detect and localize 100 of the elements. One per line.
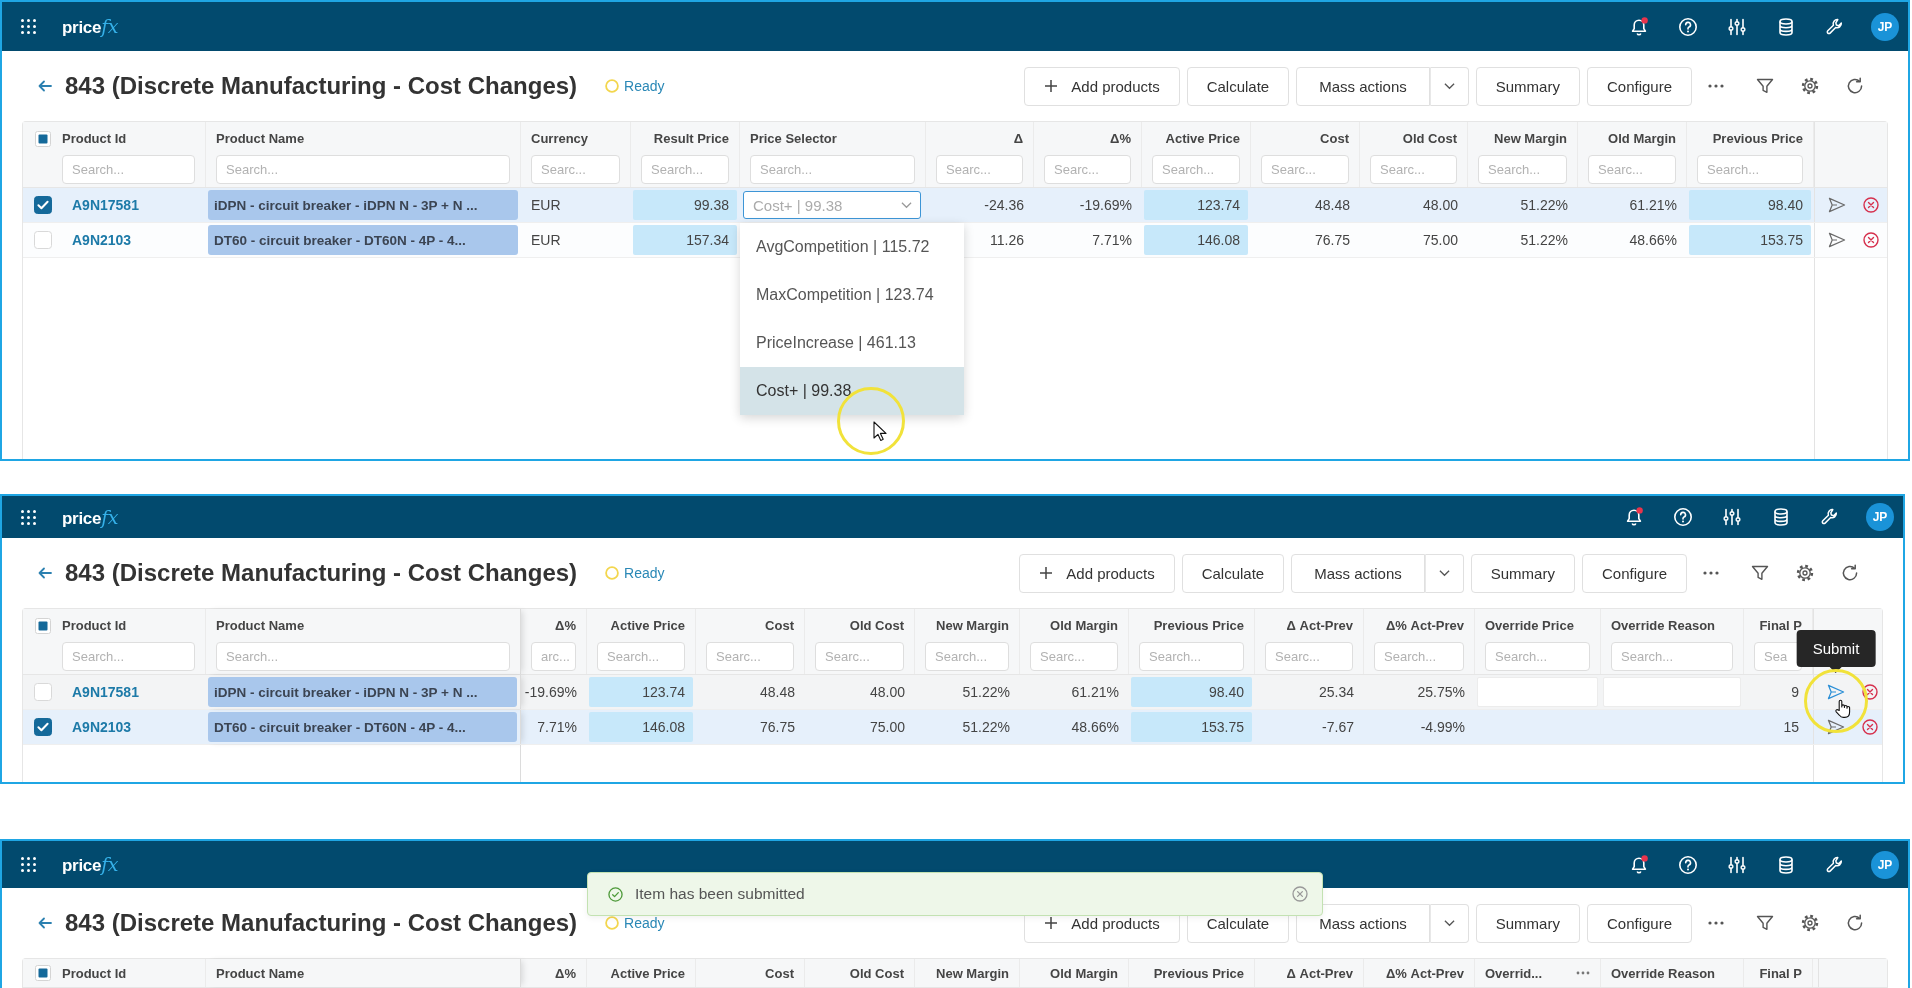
settings-icon[interactable] xyxy=(1801,77,1819,95)
column-header[interactable]: Overrid... xyxy=(1485,965,1543,981)
column-header[interactable]: Product Name xyxy=(216,131,305,146)
column-header[interactable]: Δ% xyxy=(555,965,576,981)
product-id-link[interactable]: A9N2103 xyxy=(72,719,132,735)
send-icon[interactable] xyxy=(1827,719,1845,735)
product-id-link[interactable]: A9N17581 xyxy=(72,197,139,213)
column-header[interactable]: Product Id xyxy=(62,131,127,146)
wrench-icon[interactable] xyxy=(1820,507,1840,527)
send-icon[interactable] xyxy=(1828,197,1846,213)
toolbar-button[interactable]: Summary xyxy=(1475,903,1580,943)
help-icon[interactable] xyxy=(1678,16,1698,37)
column-header[interactable]: Δ% xyxy=(1110,131,1131,146)
column-header[interactable]: New Margin xyxy=(936,965,1009,981)
more-icon[interactable] xyxy=(1708,84,1724,88)
column-header[interactable]: Δ Act-Prev xyxy=(1286,618,1353,633)
toolbar-button[interactable]: Summary xyxy=(1470,553,1575,593)
column-search-field[interactable]: Search... xyxy=(1374,642,1464,671)
settings-icon[interactable] xyxy=(1801,914,1819,932)
filter-icon[interactable] xyxy=(1751,564,1769,582)
column-search-field[interactable]: Searc... xyxy=(1370,155,1457,184)
send-icon[interactable] xyxy=(1827,684,1845,700)
toolbar-button[interactable]: Configure xyxy=(1586,66,1692,106)
column-header[interactable]: Previous Price xyxy=(1712,131,1803,146)
product-id-link[interactable]: A9N2103 xyxy=(72,232,132,248)
toolbar-button[interactable]: Configure xyxy=(1586,903,1692,943)
bell-icon[interactable] xyxy=(1629,16,1649,37)
refresh-icon[interactable] xyxy=(1846,77,1864,95)
toolbar-button[interactable]: Calculate xyxy=(1186,66,1290,106)
column-header[interactable]: Old Cost xyxy=(1402,131,1457,146)
column-header[interactable]: Old Cost xyxy=(849,965,904,981)
column-header[interactable]: Cost xyxy=(1320,131,1349,146)
toolbar-button[interactable]: Calculate xyxy=(1181,553,1285,593)
wrench-icon[interactable] xyxy=(1825,16,1845,37)
column-header[interactable]: Old Margin xyxy=(1608,131,1676,146)
column-search-field[interactable]: Search... xyxy=(62,155,195,184)
column-header[interactable]: Result Price xyxy=(653,131,729,146)
more-icon[interactable] xyxy=(1708,921,1724,925)
column-search-field[interactable]: Searc... xyxy=(815,642,904,671)
column-search-field[interactable]: Searc... xyxy=(531,155,620,184)
column-header[interactable]: New Margin xyxy=(1494,131,1567,146)
column-header[interactable]: New Margin xyxy=(936,618,1009,633)
split-button[interactable]: Mass actions xyxy=(1296,66,1430,106)
database-icon[interactable] xyxy=(1771,507,1791,527)
filter-icon[interactable] xyxy=(1756,914,1774,932)
column-header[interactable]: Price Selector xyxy=(750,131,837,146)
column-search-field[interactable]: Searc... xyxy=(1030,642,1118,671)
dropdown-option[interactable]: MaxCompetition | 123.74 xyxy=(740,271,964,319)
column-header[interactable]: Final P xyxy=(1759,618,1802,633)
select-all-checkbox[interactable] xyxy=(34,965,51,981)
filter-icon[interactable] xyxy=(1756,77,1774,95)
refresh-icon[interactable] xyxy=(1846,914,1864,932)
toolbar-button[interactable]: Summary xyxy=(1475,66,1580,106)
column-header[interactable]: Product Name xyxy=(216,965,305,981)
more-icon[interactable] xyxy=(1703,571,1719,575)
sliders-icon[interactable] xyxy=(1727,16,1747,37)
column-header[interactable]: Old Margin xyxy=(1050,618,1118,633)
column-search-field[interactable]: Search... xyxy=(216,155,510,184)
close-circle-icon[interactable] xyxy=(1862,719,1878,735)
column-search-field[interactable]: Search... xyxy=(750,155,915,184)
add-button[interactable]: Add products xyxy=(1024,66,1180,106)
column-search-field[interactable]: Searc... xyxy=(936,155,1023,184)
column-header[interactable]: Final P xyxy=(1759,965,1802,981)
split-button[interactable]: Mass actions xyxy=(1291,553,1425,593)
database-icon[interactable] xyxy=(1776,854,1796,875)
back-arrow-icon[interactable] xyxy=(37,915,53,931)
column-search-field[interactable]: Search... xyxy=(1611,642,1733,671)
column-search-field[interactable]: Search... xyxy=(925,642,1009,671)
back-arrow-icon[interactable] xyxy=(37,565,53,581)
column-header[interactable]: Δ% xyxy=(555,618,576,633)
close-circle-icon[interactable] xyxy=(1862,684,1878,700)
column-search-field[interactable]: Search... xyxy=(1485,642,1590,671)
column-header[interactable]: Cost xyxy=(765,965,794,981)
column-header[interactable]: Active Price xyxy=(610,618,685,633)
column-search-field[interactable]: Searc... xyxy=(1265,642,1353,671)
bell-icon[interactable] xyxy=(1629,854,1649,875)
column-header[interactable]: Δ xyxy=(1013,131,1023,146)
column-header[interactable]: Currency xyxy=(531,131,589,146)
chevron-down-icon[interactable] xyxy=(901,201,912,209)
wrench-icon[interactable] xyxy=(1825,854,1845,875)
dropdown-option[interactable]: Cost+ | 99.38 xyxy=(740,367,964,415)
send-icon[interactable] xyxy=(1828,232,1846,248)
column-header[interactable]: Override Reason xyxy=(1611,965,1716,981)
bell-icon[interactable] xyxy=(1624,507,1644,527)
product-id-link[interactable]: A9N17581 xyxy=(72,684,139,700)
column-search-field[interactable]: Search... xyxy=(1152,155,1240,184)
column-header[interactable]: Override Price xyxy=(1485,618,1574,633)
app-grid-icon[interactable] xyxy=(21,509,36,525)
column-header[interactable]: Product Id xyxy=(62,618,127,633)
close-circle-icon[interactable] xyxy=(1863,232,1879,248)
dropdown-option[interactable]: PriceIncrease | 461.13 xyxy=(740,319,964,367)
column-header[interactable]: Δ% Act-Prev xyxy=(1386,618,1464,633)
app-grid-icon[interactable] xyxy=(21,19,36,34)
settings-icon[interactable] xyxy=(1796,564,1814,582)
column-header[interactable]: Cost xyxy=(765,618,794,633)
database-icon[interactable] xyxy=(1776,16,1796,37)
refresh-icon[interactable] xyxy=(1841,564,1859,582)
close-circle-icon[interactable] xyxy=(1863,197,1879,213)
price-select-field[interactable]: Cost+ | 99.38 xyxy=(743,191,921,219)
back-arrow-icon[interactable] xyxy=(37,78,53,94)
